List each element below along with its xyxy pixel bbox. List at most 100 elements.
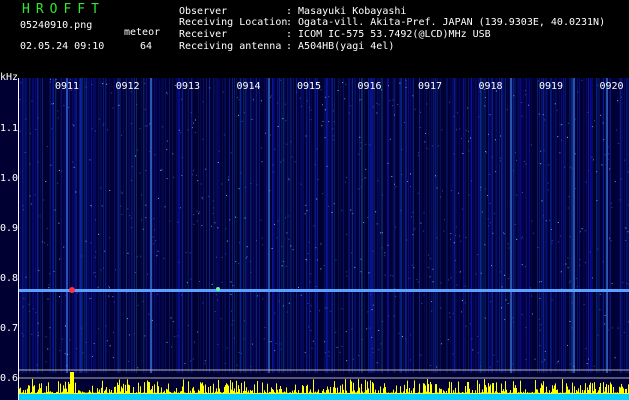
meter-bar	[265, 392, 266, 394]
noise-speckle	[47, 298, 49, 300]
noise-streak	[303, 78, 304, 373]
noise-speckle	[365, 168, 367, 170]
meter-base-bar	[128, 394, 129, 400]
meter-bar	[459, 392, 460, 394]
meter-base-bar	[138, 394, 139, 400]
noise-speckle	[436, 366, 438, 368]
meter-base-bar	[582, 394, 583, 400]
noise-streak	[33, 78, 34, 373]
noise-speckle	[91, 84, 93, 85]
meter-bar	[235, 392, 236, 394]
noise-streak	[588, 78, 589, 373]
noise-streak	[250, 78, 251, 373]
noise-streak	[42, 78, 43, 373]
noise-speckle	[405, 87, 407, 88]
noise-speckle	[59, 296, 60, 298]
meter-bar	[71, 372, 72, 394]
meter-bar	[183, 379, 184, 394]
noise-speckle	[531, 220, 533, 222]
meter-bar	[316, 392, 317, 394]
noise-speckle	[75, 191, 77, 193]
noise-speckle	[49, 273, 51, 275]
noise-speckle	[227, 179, 229, 181]
noise-speckle	[256, 184, 258, 186]
noise-streak	[565, 78, 566, 373]
meter-bar	[510, 390, 511, 394]
noise-speckle	[569, 320, 571, 322]
meter-bar	[258, 393, 259, 394]
meter-bar	[429, 392, 430, 394]
noise-speckle	[285, 120, 287, 122]
noise-speckle	[191, 174, 193, 176]
noise-speckle	[173, 176, 175, 178]
meter-base-bar	[479, 394, 480, 400]
meter-bar	[19, 388, 20, 394]
noise-streak	[324, 78, 325, 373]
noise-speckle	[279, 343, 281, 345]
meter-bar	[489, 386, 490, 394]
noise-streak	[395, 78, 396, 373]
meter-bar	[377, 393, 378, 394]
noise-speckle	[174, 336, 176, 338]
meter-bar	[46, 386, 47, 394]
noise-speckle	[493, 213, 495, 215]
meter-bar	[539, 393, 540, 394]
meter-base-bar	[498, 394, 499, 400]
noise-streak	[476, 78, 477, 373]
noise-speckle	[592, 159, 594, 161]
meter-base-bar	[390, 394, 391, 400]
noise-speckle	[387, 162, 389, 164]
noise-speckle	[278, 300, 280, 302]
noise-streak	[499, 78, 500, 373]
meter-bar	[48, 382, 49, 394]
noise-speckle	[217, 343, 219, 345]
meter-base-bar	[151, 394, 152, 400]
meter-bar	[32, 379, 33, 394]
meter-base-bar	[246, 394, 247, 400]
meter-bar	[246, 387, 247, 394]
noise-speckle	[420, 111, 421, 113]
noise-speckle	[109, 345, 111, 347]
meter-bar	[521, 392, 522, 394]
noise-speckle	[623, 331, 625, 333]
meter-base-bar	[421, 394, 422, 400]
noise-speckle	[149, 123, 151, 125]
meter-bar	[588, 390, 589, 394]
meter-base-bar	[361, 394, 362, 400]
noise-speckle	[367, 217, 369, 218]
meter-bar	[409, 388, 410, 394]
meter-base-bar	[386, 394, 387, 400]
meter-base-bar	[293, 394, 294, 400]
meter-base-bar	[197, 394, 198, 400]
noise-speckle	[241, 120, 243, 122]
noise-speckle	[37, 335, 39, 337]
meter-base-bar	[403, 394, 404, 400]
meter-base-bar	[625, 394, 626, 400]
meter-bar	[145, 392, 146, 394]
meter-bar	[221, 392, 222, 394]
meter-bar	[309, 391, 310, 394]
meter-base-bar	[576, 394, 577, 400]
meter-base-bar	[579, 394, 580, 400]
noise-speckle	[65, 325, 66, 327]
noise-streak	[129, 78, 130, 373]
noise-speckle	[251, 118, 253, 120]
noise-speckle	[106, 340, 108, 342]
noise-streak	[198, 78, 199, 373]
meter-base-bar	[109, 394, 110, 400]
meter-base-bar	[233, 394, 234, 400]
noise-speckle	[49, 78, 51, 80]
meter-base-bar	[256, 394, 257, 400]
meter-base-bar	[59, 394, 60, 400]
meter-base-bar	[561, 394, 562, 400]
meter-bar	[259, 392, 260, 394]
noise-speckle	[591, 277, 593, 279]
noise-speckle	[238, 242, 240, 244]
meter-bar	[180, 391, 181, 394]
meter-bar	[224, 386, 225, 394]
meter-base-bar	[180, 394, 181, 400]
freq-tick-label: 0.8	[0, 273, 19, 284]
meter-base-bar	[419, 394, 420, 400]
noise-streak	[216, 78, 217, 373]
meter-bar	[438, 392, 439, 394]
